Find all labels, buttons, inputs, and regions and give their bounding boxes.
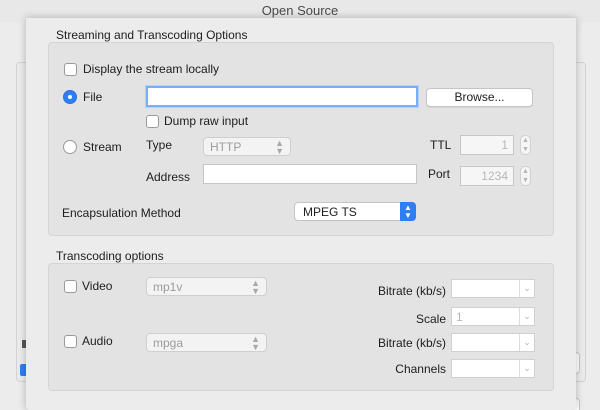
file-radio[interactable] <box>63 90 77 104</box>
encapsulation-label: Encapsulation Method <box>62 206 181 220</box>
port-stepper[interactable]: ▲ ▼ <box>520 166 531 186</box>
dump-raw-checkbox[interactable] <box>146 115 159 128</box>
audio-codec-value: mpga <box>153 336 184 350</box>
encapsulation-popup[interactable]: MPEG TS ▲ ▼ <box>294 202 416 221</box>
file-label: File <box>83 90 103 104</box>
browse-button[interactable]: Browse... <box>426 88 533 107</box>
channels-combo[interactable]: ⌄ <box>451 359 535 378</box>
address-field[interactable] <box>203 164 417 184</box>
video-codec-popup[interactable]: mp1v ▲ ▼ <box>146 277 267 296</box>
video-label: Video <box>82 279 113 293</box>
window-title: Open Source <box>261 3 339 18</box>
video-codec-value: mp1v <box>153 280 183 294</box>
transcoding-section-title: Transcoding options <box>56 249 164 263</box>
chevron-updown-icon: ▲ ▼ <box>275 138 284 156</box>
stream-radio[interactable] <box>63 140 77 154</box>
chevron-down-icon: ⌄ <box>519 360 534 377</box>
audio-label: Audio <box>82 334 113 348</box>
type-value: HTTP <box>210 140 242 154</box>
scale-label: Scale <box>415 312 446 326</box>
chevron-down-icon: ⌄ <box>519 280 534 297</box>
ttl-field[interactable]: 1 <box>460 135 514 155</box>
audio-checkbox[interactable] <box>64 335 77 348</box>
audio-bitrate-label: Bitrate (kb/s) <box>377 336 446 350</box>
scale-value: 1 <box>456 310 463 324</box>
type-popup[interactable]: HTTP ▲ ▼ <box>203 137 291 156</box>
audio-bitrate-combo[interactable]: ⌄ <box>451 333 535 352</box>
address-label: Address <box>146 170 191 184</box>
video-bitrate-combo[interactable]: ⌄ <box>451 279 535 298</box>
dump-raw-label: Dump raw input <box>164 114 249 128</box>
encapsulation-value: MPEG TS <box>303 205 357 219</box>
chevron-updown-icon: ▲ ▼ <box>400 202 416 221</box>
display-locally-checkbox[interactable] <box>64 63 77 76</box>
chevron-updown-icon: ▲ ▼ <box>251 334 260 352</box>
video-checkbox[interactable] <box>64 280 77 293</box>
port-label: Port <box>428 167 451 181</box>
streaming-options-sheet: Streaming and Transcoding Options Displa… <box>26 18 576 410</box>
streaming-section-title: Streaming and Transcoding Options <box>56 28 248 42</box>
chevron-updown-icon: ▲ ▼ <box>251 278 260 296</box>
chevron-down-icon: ⌄ <box>519 334 534 351</box>
display-locally-label: Display the stream locally <box>83 62 220 76</box>
file-path-field[interactable] <box>146 86 418 107</box>
scale-combo[interactable]: 1 ⌄ <box>451 307 535 326</box>
port-field[interactable]: 1234 <box>460 166 514 186</box>
channels-label: Channels <box>395 362 446 376</box>
type-label: Type <box>146 138 173 152</box>
chevron-down-icon: ⌄ <box>519 308 534 325</box>
ttl-stepper[interactable]: ▲ ▼ <box>520 135 531 155</box>
stream-label: Stream <box>83 140 122 154</box>
ttl-label: TTL <box>430 138 452 152</box>
audio-codec-popup[interactable]: mpga ▲ ▼ <box>146 333 267 352</box>
video-bitrate-label: Bitrate (kb/s) <box>377 284 446 298</box>
